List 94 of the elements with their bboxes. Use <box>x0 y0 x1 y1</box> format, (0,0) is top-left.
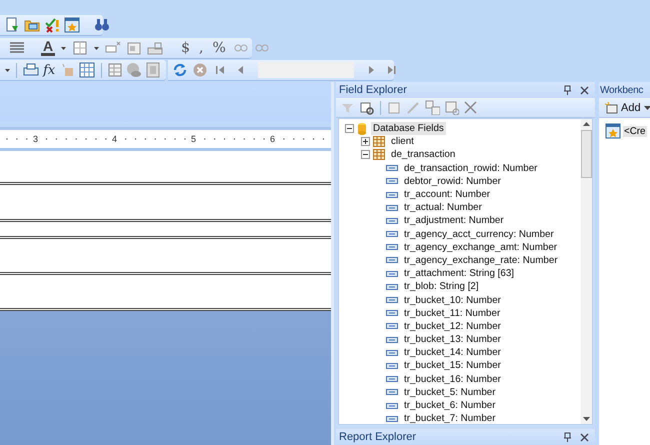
field-icon <box>386 178 398 184</box>
refresh-icon[interactable] <box>172 62 188 78</box>
function-button[interactable]: fx <box>41 62 58 78</box>
field-icon <box>386 297 398 304</box>
field-icon <box>386 350 398 356</box>
tree-item[interactable]: tr_agency_exchange_rate: Number <box>402 254 560 267</box>
align-icon[interactable] <box>9 40 25 56</box>
comma-button[interactable]: , <box>197 40 206 56</box>
field-icon <box>386 192 398 198</box>
caret-icon <box>644 106 650 110</box>
scrollbar-thumb[interactable] <box>581 130 592 178</box>
field-icon <box>386 231 398 238</box>
scrollbar[interactable] <box>581 119 592 424</box>
field-icon <box>386 402 398 409</box>
check-icon[interactable] <box>44 17 60 33</box>
field-icon <box>386 376 398 382</box>
printer-icon[interactable] <box>22 62 39 78</box>
scroll-up-icon[interactable] <box>583 121 590 126</box>
table-icon[interactable] <box>107 62 124 78</box>
field-icon <box>386 284 398 290</box>
pin-icon[interactable] <box>563 432 572 442</box>
close-icon[interactable] <box>580 432 589 442</box>
tree-item[interactable]: client <box>389 135 416 148</box>
field-icon <box>386 204 398 211</box>
caret-icon[interactable] <box>4 66 11 74</box>
font-color-button[interactable]: A <box>41 40 56 56</box>
star-window-icon[interactable] <box>64 17 80 33</box>
field-icon <box>386 362 398 369</box>
field-icon <box>386 257 398 264</box>
caret-icon[interactable] <box>60 44 68 52</box>
panel-title: Workbenc <box>600 84 644 96</box>
ruler-number: 4 <box>111 134 118 144</box>
field-icon <box>386 270 398 277</box>
field-icon <box>386 389 398 396</box>
star-window-icon <box>605 123 621 139</box>
database-icon <box>357 122 367 136</box>
document-icon[interactable] <box>4 17 20 33</box>
tree-item[interactable]: tr_bucket_16: Number <box>402 372 503 386</box>
panel-title: Field Explorer <box>339 84 407 96</box>
currency-button[interactable]: $ <box>179 40 192 56</box>
tree-item[interactable]: tr_bucket_11: Number <box>402 306 502 320</box>
table-icon <box>373 136 385 148</box>
ruler-number: 3 <box>32 134 40 144</box>
tree-item[interactable]: debtor_rowid: Number <box>402 174 503 188</box>
image-icon[interactable] <box>126 40 142 56</box>
table-icon <box>373 149 385 160</box>
expand-icon[interactable] <box>361 137 370 146</box>
field-icon <box>386 165 398 172</box>
tree-item[interactable]: de_transaction <box>389 148 458 162</box>
grid-icon[interactable] <box>79 62 95 78</box>
page-field[interactable] <box>258 62 354 78</box>
cancel-icon[interactable] <box>192 62 208 78</box>
tree-item[interactable]: tr_agency_exchange_amt: Number <box>402 240 560 254</box>
delete-icon[interactable] <box>463 100 478 115</box>
tree-item[interactable]: tr_account: Number <box>402 188 492 202</box>
panel-title: Report Explorer <box>339 431 416 443</box>
field-icon <box>386 244 398 250</box>
collapse-icon[interactable] <box>361 150 370 160</box>
tree-item[interactable]: tr_blob: String [2] <box>402 280 481 294</box>
tree-item[interactable]: tr_bucket_13: Number <box>402 333 503 346</box>
tree-item[interactable]: tr_agency_acct_currency: Number <box>402 228 556 241</box>
copy-icon[interactable] <box>425 100 440 115</box>
border-icon[interactable] <box>72 40 88 56</box>
field-icon <box>386 218 398 224</box>
tree-item[interactable]: tr_adjustment: Number <box>402 214 506 228</box>
field-icon <box>386 323 398 330</box>
tree-item[interactable]: tr_bucket_5: Number <box>402 386 498 399</box>
field-icon <box>386 336 398 343</box>
search-icon[interactable] <box>359 100 374 115</box>
ruler-number: 6 <box>269 134 276 144</box>
percent-button[interactable]: % <box>210 40 228 56</box>
tree-item[interactable]: Database Fields <box>371 122 446 136</box>
binoculars-icon[interactable] <box>94 17 110 33</box>
frame-icon[interactable] <box>145 62 162 78</box>
tree-item[interactable]: tr_bucket_10: Number <box>402 294 503 307</box>
paste-icon[interactable] <box>444 100 459 115</box>
scroll-down-icon[interactable] <box>583 417 590 422</box>
ruler-number: 5 <box>190 134 198 144</box>
field-icon <box>386 416 398 422</box>
tree-item[interactable]: tr_bucket_15: Number <box>402 359 503 372</box>
tree-item[interactable]: tr_bucket_12: Number <box>402 320 503 333</box>
workbench-item[interactable]: <Cre <box>623 126 647 136</box>
new-icon <box>605 102 618 114</box>
tree-item[interactable]: de_transaction_rowid: Number <box>402 162 540 175</box>
pin-icon[interactable] <box>563 85 572 95</box>
tree-item[interactable]: tr_attachment: String [63] <box>402 267 516 280</box>
tree-item[interactable]: tr_bucket_14: Number <box>402 346 503 360</box>
tree-item[interactable]: tr_bucket_7: Number <box>402 412 498 424</box>
tree-item[interactable]: tr_actual: Number <box>402 201 484 214</box>
tree-item[interactable]: tr_bucket_6: Number <box>402 399 498 412</box>
collapse-icon[interactable] <box>345 124 354 134</box>
caret-icon[interactable] <box>93 44 100 52</box>
field-icon <box>386 310 398 316</box>
close-icon[interactable] <box>580 86 589 94</box>
